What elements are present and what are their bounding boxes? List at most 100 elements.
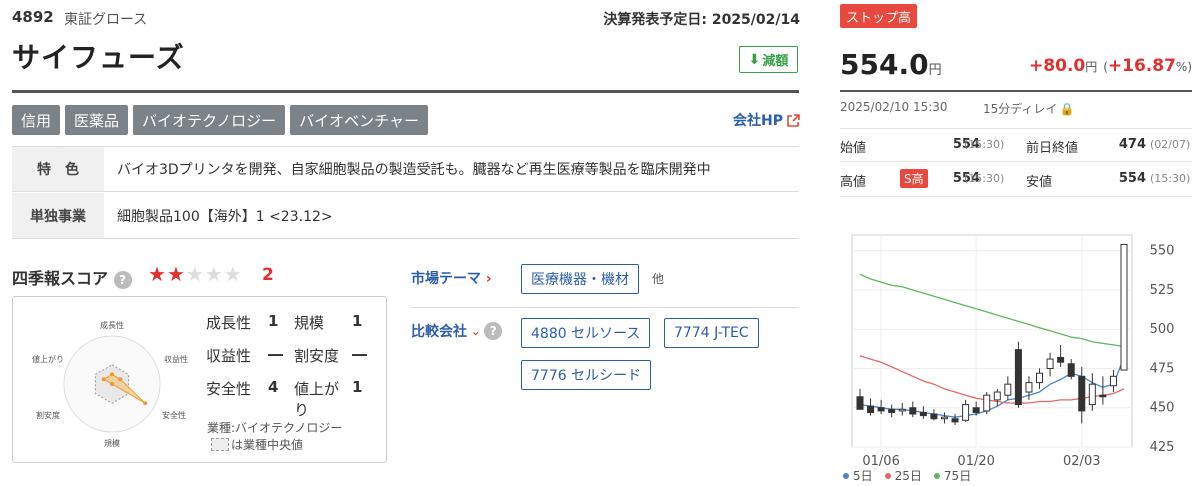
section-divider: [411, 307, 799, 308]
star-icon: ★: [166, 262, 186, 286]
candle-body: [1014, 349, 1022, 406]
star-icon: ★: [185, 262, 205, 286]
score-grid: 成長性 1 規模 1 収益性 ― 割安度 ― 安全性 4 値上がり 1: [206, 312, 386, 420]
quote-label: 始値: [840, 141, 867, 156]
median-note-text: は業種中央値: [231, 438, 304, 452]
info-value: 細胞製品100【海外】1 <23.12>: [117, 208, 333, 225]
candle-body: [919, 411, 927, 417]
theme-other[interactable]: 他: [652, 270, 664, 287]
radar-label: 規模: [104, 438, 120, 448]
theme-tag[interactable]: 医療機器・機材: [521, 264, 639, 294]
market-theme-link[interactable]: 市場テーマ ›: [411, 268, 492, 288]
candle-body: [1036, 372, 1044, 384]
radar-point: [110, 382, 114, 386]
candle-body: [888, 408, 896, 413]
delay-note: 15分ディレイ 🔒: [983, 100, 1074, 117]
candle-body: [1046, 358, 1054, 369]
delay-text: 15分ディレイ: [983, 102, 1058, 116]
y-tick-label: 450: [1150, 401, 1175, 416]
y-tick-label: 500: [1150, 322, 1175, 337]
legend-label: 75日: [943, 469, 972, 483]
radar-point: [101, 377, 106, 382]
tag-item[interactable]: 医薬品: [65, 105, 129, 135]
y-tick-label: 525: [1150, 283, 1175, 298]
radar-point: [143, 401, 148, 406]
candle-body: [1120, 243, 1128, 371]
company-hp-link[interactable]: 会社HP: [700, 110, 800, 130]
radar-label: 成長性: [100, 320, 124, 330]
tag-item[interactable]: バイオベンチャー: [290, 105, 428, 135]
median-swatch-icon: [211, 438, 229, 451]
change-unit: 円: [1085, 60, 1098, 74]
compare-dropdown[interactable]: 比較会社 ⌄ ?: [411, 321, 503, 341]
score-label: 値上がり: [294, 380, 340, 419]
candle-body: [1004, 383, 1012, 396]
compare-company[interactable]: 7776 セルシード: [521, 360, 652, 390]
compare-label: 比較会社: [411, 324, 467, 340]
quote-time: (15:30): [1150, 172, 1191, 185]
price-chart[interactable]: 55052550047545042501/06 01/20 02/03: [840, 214, 1200, 486]
quote-datetime: 2025/02/10 15:30: [840, 100, 948, 114]
market-name: 東証グロース: [64, 12, 148, 28]
quote-row: 高値 S高 554 (15:30) 安値 554 (15:30): [840, 163, 1192, 197]
help-icon[interactable]: ?: [113, 271, 132, 289]
radar-point: [118, 377, 123, 382]
y-tick-label: 425: [1150, 440, 1175, 455]
quote-time: (15:30): [964, 138, 1005, 151]
quote-label: 高値: [840, 175, 867, 190]
radar-label: 収益性: [164, 354, 188, 364]
candle-body: [962, 404, 970, 421]
tag-item[interactable]: バイオテクノロジー: [133, 105, 286, 135]
quote-row: 始値 554 (15:30) 前日終値 474 (02/07): [840, 128, 1192, 162]
candle-body: [1078, 375, 1086, 412]
radar-point: [110, 372, 114, 377]
score-title-text: 四季報スコア: [12, 269, 109, 288]
info-value: バイオ3Dプリンタを開発、自家細胞製品の製造受託も。臓器など再生医療等製品を臨床…: [117, 162, 711, 178]
legend-label: 25日: [894, 469, 922, 483]
star-icon: ★: [223, 262, 243, 286]
radar-label: 割安度: [36, 410, 60, 420]
star-rating: ★★★★★: [148, 262, 243, 286]
dividend-badge-label: 減額: [762, 54, 789, 69]
score-label: 成長性: [206, 314, 252, 332]
star-icon: ★: [148, 262, 167, 286]
score-label: 規模: [294, 314, 325, 332]
pct-unit: %: [1175, 60, 1188, 74]
candle-body: [983, 394, 991, 412]
external-link-icon: [787, 113, 800, 127]
median-note: は業種中央値: [211, 436, 303, 453]
y-tick-label: 475: [1150, 361, 1175, 376]
candle-body: [1099, 394, 1107, 398]
company-name: サイフューズ: [12, 41, 185, 74]
arrow-down-icon: ⬇: [748, 51, 761, 68]
company-hp-label: 会社HP: [733, 113, 783, 129]
compare-company[interactable]: 4880 セルソース: [521, 318, 651, 348]
quote-time: (02/07): [1150, 138, 1191, 151]
quote-label: 前日終値: [1026, 141, 1079, 156]
change-value: +80.0: [1029, 56, 1086, 76]
compare-company[interactable]: 7774 J-TEC: [664, 318, 759, 348]
candle-body: [940, 416, 948, 420]
price-unit: 円: [928, 63, 942, 78]
info-row-business: 単独事業 細胞製品100【海外】1 <23.12>: [12, 193, 799, 239]
candle-body: [877, 407, 885, 412]
change-pct: +16.87: [1107, 56, 1176, 76]
y-tick-label: 550: [1150, 244, 1175, 259]
chevron-right-icon: ›: [485, 271, 492, 287]
candle-body: [1067, 363, 1075, 377]
candle-body: [1109, 375, 1117, 387]
legend-item: 5日: [843, 467, 873, 484]
quote-value: 474: [1118, 137, 1146, 152]
candle-body: [993, 391, 1001, 401]
info-label: 単独事業: [12, 193, 104, 238]
quote-time: (15:30): [964, 172, 1005, 185]
radar-chart: 成長性収益性安全性規模 割安度 値上がり: [32, 320, 188, 448]
score-value: 1: [268, 312, 279, 330]
market-theme-label: 市場テーマ: [411, 271, 481, 287]
candle-body: [1057, 356, 1065, 363]
help-icon[interactable]: ?: [484, 322, 503, 340]
dividend-badge[interactable]: ⬇ 減額: [739, 46, 798, 73]
tag-item[interactable]: 信用: [12, 105, 61, 135]
score-value: 4: [268, 378, 279, 396]
candle-body: [951, 418, 959, 423]
